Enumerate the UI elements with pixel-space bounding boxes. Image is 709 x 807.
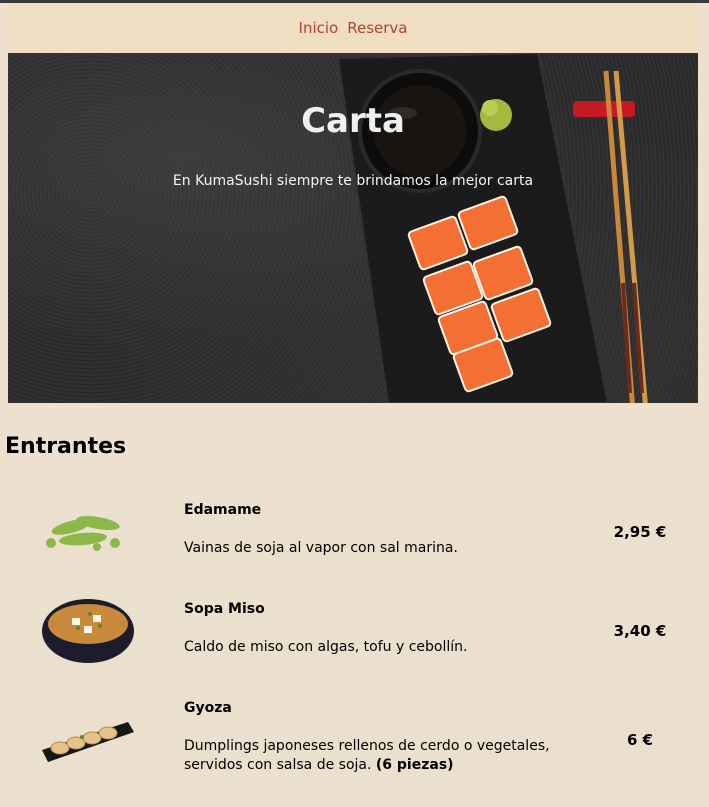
item-portion: (6 piezas) — [375, 757, 454, 773]
item-description: Vainas de soja al vapor con sal marina. — [184, 540, 458, 556]
menu-item-row: Edamame Vainas de soja al vapor con sal … — [8, 484, 690, 580]
item-name: Gyoza — [184, 700, 232, 716]
item-image-cell — [8, 484, 168, 580]
hero-title: Carta — [301, 101, 405, 141]
hero-subtitle: En KumaSushi siempre te brindamos la mej… — [172, 173, 534, 189]
item-description: Dumplings japoneses rellenos de cerdo o … — [184, 737, 588, 775]
item-description: Caldo de miso con algas, tofu y cebollín… — [184, 639, 468, 655]
edamame-image — [46, 515, 120, 551]
section-title: Entrantes — [5, 434, 127, 459]
item-name: Sopa Miso — [184, 601, 265, 617]
item-price: 2,95 € — [590, 484, 690, 580]
menu-item-row: Sopa Miso Caldo de miso con algas, tofu … — [8, 583, 690, 679]
hero-banner: Carta En KumaSushi siempre te brindamos … — [8, 53, 698, 403]
item-price: 6 € — [590, 682, 690, 798]
item-name: Edamame — [184, 502, 262, 518]
gyoza-image — [42, 722, 134, 762]
menu-table: Edamame Vainas de soja al vapor con sal … — [8, 484, 690, 801]
nav-link-reserva[interactable]: Reserva — [347, 19, 407, 37]
item-desc-cell: Gyoza Dumplings japoneses rellenos de ce… — [170, 682, 588, 798]
item-description-text: Dumplings japoneses rellenos de cerdo o … — [184, 738, 550, 773]
nav-link-inicio[interactable]: Inicio — [299, 19, 339, 37]
item-desc-cell: Edamame Vainas de soja al vapor con sal … — [170, 484, 588, 580]
item-price: 3,40 € — [590, 583, 690, 679]
top-nav: Inicio Reserva — [8, 3, 698, 53]
miso-soup-image — [42, 599, 134, 663]
item-image-cell — [8, 682, 168, 798]
item-image-cell — [8, 583, 168, 679]
item-desc-cell: Sopa Miso Caldo de miso con algas, tofu … — [170, 583, 588, 679]
menu-item-row: Gyoza Dumplings japoneses rellenos de ce… — [8, 682, 690, 798]
